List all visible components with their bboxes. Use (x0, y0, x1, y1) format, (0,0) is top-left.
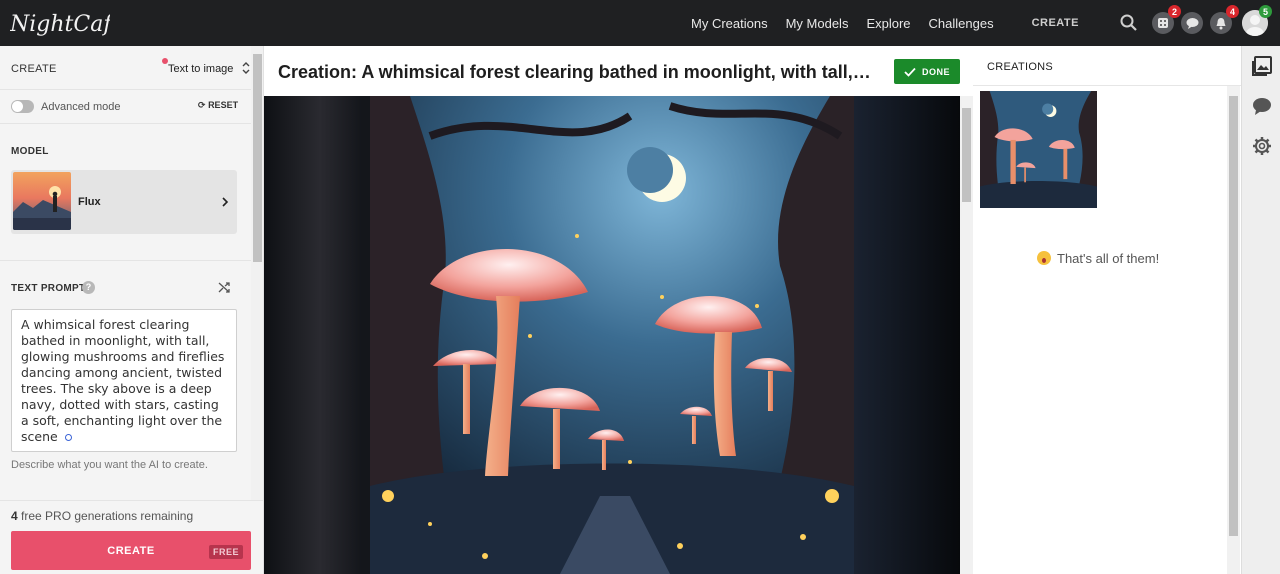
creation-image[interactable] (370, 96, 854, 574)
gear-icon[interactable] (1251, 135, 1273, 157)
end-message-text: That's all of them! (1057, 251, 1160, 266)
mode-select[interactable]: Text to image (168, 63, 233, 75)
creation-thumbnail[interactable] (980, 91, 1097, 208)
remaining-generations: 4 free PRO generations remaining (11, 509, 193, 523)
create-button-label: CREATE (107, 544, 155, 557)
model-thumbnail (13, 172, 71, 230)
right-icon-rail (1241, 46, 1280, 574)
notification-badge: 4 (1226, 5, 1239, 18)
left-scrollbar-thumb[interactable] (253, 54, 262, 262)
top-navigation-bar: NightCafe My Creations My Models Explore… (0, 0, 1280, 46)
done-button[interactable]: DONE (894, 59, 960, 84)
gallery-icon[interactable] (1251, 55, 1273, 77)
prompt-hint: Describe what you want the AI to create. (11, 459, 208, 471)
done-label: DONE (921, 66, 950, 77)
creations-title: CREATIONS (987, 61, 1054, 73)
center-scrollbar-thumb[interactable] (962, 108, 971, 202)
create-footer: 4 free PRO generations remaining CREATE … (0, 500, 263, 574)
remaining-count: 4 (11, 509, 18, 523)
image-blur-background (854, 96, 960, 574)
help-icon[interactable]: ? (82, 281, 95, 294)
remaining-text: free PRO generations remaining (21, 509, 194, 523)
avatar[interactable]: 5 (1242, 5, 1272, 41)
check-icon (904, 67, 916, 77)
nav-create-link[interactable]: CREATE (1032, 17, 1079, 29)
comment-icon[interactable] (1251, 95, 1273, 117)
nightcafe-logo[interactable]: NightCafe (10, 6, 110, 40)
dice-icon[interactable]: 2 (1151, 5, 1181, 35)
reset-label: RESET (208, 100, 239, 110)
right-scrollbar-thumb[interactable] (1229, 96, 1238, 536)
reset-button[interactable]: ⟳ RESET (198, 100, 238, 111)
creations-header: CREATIONS (973, 46, 1241, 86)
avatar-badge: 5 (1259, 5, 1272, 18)
creations-panel: CREATIONS That's all of them! (973, 46, 1280, 574)
free-tag: FREE (208, 545, 243, 559)
bell-icon[interactable]: 4 (1209, 5, 1239, 35)
model-name: Flux (78, 196, 101, 208)
model-section-title: MODEL (11, 146, 49, 157)
nav-explore[interactable]: Explore (866, 16, 910, 31)
right-scrollbar[interactable] (1227, 86, 1240, 574)
nav-challenges[interactable]: Challenges (929, 16, 994, 31)
refresh-icon: ⟳ (198, 100, 206, 110)
shuffle-icon[interactable] (218, 281, 231, 294)
search-icon[interactable] (1117, 11, 1141, 35)
create-header: CREATE Text to image (0, 46, 251, 90)
create-button[interactable]: CREATE FREE (11, 531, 251, 570)
chevron-right-icon (222, 197, 229, 207)
create-heading: CREATE (11, 63, 57, 75)
left-scrollbar[interactable] (251, 46, 263, 574)
advanced-mode-toggle[interactable] (11, 100, 34, 113)
creation-view: Creation: A whimsical forest clearing ba… (264, 46, 960, 574)
advanced-mode-row: Advanced mode ⟳ RESET (0, 90, 251, 124)
divider (0, 260, 251, 261)
prompt-textarea[interactable]: A whimsical forest clearing bathed in mo… (11, 309, 237, 452)
surprised-emoji-icon (1037, 251, 1051, 265)
nav-my-creations[interactable]: My Creations (691, 16, 768, 31)
advanced-mode-label: Advanced mode (41, 101, 121, 113)
prompt-text: A whimsical forest clearing bathed in mo… (21, 317, 225, 444)
chat-icon[interactable] (1180, 11, 1204, 35)
svg-text:NightCafe: NightCafe (10, 12, 110, 37)
create-sidebar: CREATE Text to image Advanced mode ⟳ RES… (0, 46, 264, 574)
creation-image-area (264, 96, 960, 574)
nav-my-models[interactable]: My Models (786, 16, 849, 31)
grammar-icon[interactable] (64, 434, 72, 441)
text-prompt-label: TEXT PROMPT (11, 283, 86, 294)
page-title: Creation: A whimsical forest clearing ba… (278, 62, 871, 82)
updown-chevron-icon[interactable] (242, 61, 250, 75)
end-of-list-message: That's all of them! (1037, 251, 1159, 266)
center-scrollbar[interactable] (960, 96, 973, 574)
model-selector[interactable]: Flux (11, 170, 237, 234)
